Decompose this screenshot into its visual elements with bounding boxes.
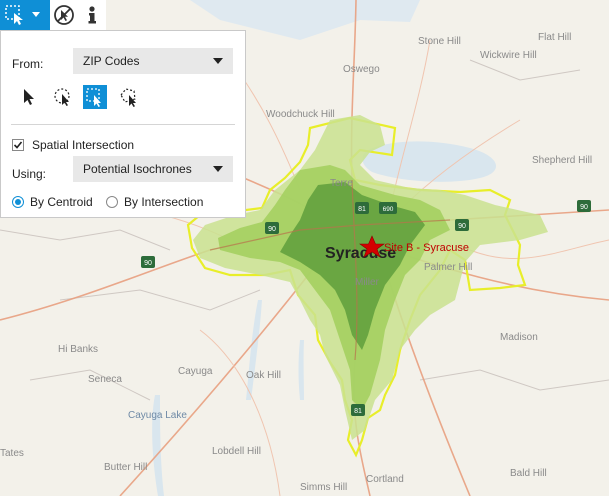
place-bald-hill: Bald Hill — [510, 468, 547, 479]
pointer-icon — [24, 89, 34, 105]
using-select-value: Potential Isochrones — [83, 162, 192, 176]
spatial-intersection-row[interactable]: Spatial Intersection — [12, 138, 134, 152]
place-stone-hill: Stone Hill — [418, 36, 461, 47]
place-oak-hill: Oak Hill — [246, 370, 281, 381]
place-woodchuck-hill: Woodchuck Hill — [266, 109, 335, 120]
place-miller: Miller — [355, 277, 380, 288]
rectangle-select-icon — [86, 88, 101, 107]
by-centroid-label: By Centroid — [30, 195, 93, 209]
circle-select-icon — [54, 88, 70, 106]
using-select[interactable]: Potential Isochrones — [73, 156, 233, 182]
place-simms-hill: Simms Hill — [300, 482, 347, 493]
place-terre: Terre — [330, 178, 353, 189]
place-oswego: Oswego — [343, 64, 380, 75]
site-label: Site B - Syracuse — [384, 242, 469, 254]
place-seneca: Seneca — [88, 374, 122, 385]
place-butter-hill: Butter Hill — [104, 462, 147, 473]
caret-down-icon — [213, 58, 223, 64]
from-select[interactable]: ZIP Codes — [73, 48, 233, 74]
place-shepherd-hill: Shepherd Hill — [532, 155, 592, 166]
place-madison: Madison — [500, 332, 538, 343]
by-intersection-radio[interactable] — [106, 196, 118, 208]
route-90-far-east: 90 — [580, 204, 588, 211]
route-90-far-west: 90 — [144, 260, 152, 267]
place-wickwire-hill: Wickwire Hill — [480, 50, 537, 61]
circle-select-tool-button[interactable] — [51, 85, 75, 109]
place-tates: Tates — [0, 448, 24, 459]
place-cayuga-lake: Cayuga Lake — [128, 410, 187, 421]
route-690: 690 — [383, 206, 394, 213]
spatial-intersection-label: Spatial Intersection — [32, 138, 135, 152]
chevron-down-icon — [32, 12, 40, 17]
place-flat-hill: Flat Hill — [538, 32, 571, 43]
info-icon — [88, 6, 96, 24]
by-centroid-radio[interactable] — [12, 196, 24, 208]
by-centroid-option[interactable]: By Centroid — [12, 195, 93, 209]
place-cayuga: Cayuga — [178, 366, 213, 377]
from-label: From: — [12, 57, 44, 71]
place-palmer-hill: Palmer Hill — [424, 262, 472, 273]
by-intersection-option[interactable]: By Intersection — [106, 195, 203, 209]
spatial-intersection-checkbox[interactable] — [12, 139, 24, 151]
selection-tool-dropdown-button[interactable] — [0, 0, 50, 30]
pointer-tool-button[interactable] — [17, 85, 41, 109]
polygon-select-icon — [120, 88, 136, 107]
checkmark-icon — [13, 141, 23, 149]
route-81-south: 81 — [354, 408, 362, 415]
select-tool-icon — [5, 5, 23, 25]
from-select-value: ZIP Codes — [83, 54, 140, 68]
panel-divider — [11, 124, 235, 125]
route-90-east: 90 — [458, 223, 466, 230]
clear-selection-button[interactable] — [50, 0, 78, 30]
info-button[interactable] — [78, 0, 106, 30]
polygon-select-tool-button[interactable] — [117, 85, 141, 109]
route-81-north: 81 — [358, 206, 366, 213]
route-90-west: 90 — [268, 226, 276, 233]
map-toolbar — [0, 0, 106, 30]
place-hi-banks: Hi Banks — [58, 344, 98, 355]
place-cortland: Cortland — [366, 474, 404, 485]
by-intersection-label: By Intersection — [124, 195, 204, 209]
rectangle-select-tool-button[interactable] — [83, 85, 107, 109]
clear-selection-icon — [54, 5, 74, 25]
selection-panel: From: ZIP Codes Spatial Intersection Usi… — [0, 30, 246, 218]
place-lobdell-hill: Lobdell Hill — [212, 446, 261, 457]
caret-down-icon — [213, 166, 223, 172]
using-label: Using: — [12, 167, 47, 181]
